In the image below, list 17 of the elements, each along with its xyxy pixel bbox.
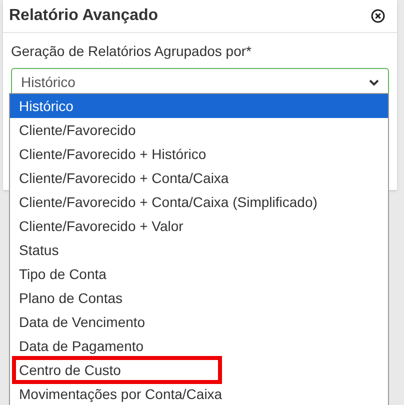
dropdown-option[interactable]: Tipo de Conta [10, 262, 388, 286]
dropdown-option[interactable]: Cliente/Favorecido + Conta/Caixa (Simplificado) [10, 190, 388, 214]
dropdown-option[interactable]: Centro de Custo [14, 358, 220, 382]
chevron-down-icon [369, 79, 379, 86]
dropdown-option[interactable]: Data de Pagamento [10, 334, 388, 358]
close-icon[interactable] [371, 9, 385, 23]
dropdown-option[interactable]: Plano de Contas [10, 286, 388, 310]
dropdown-option[interactable]: Cliente/Favorecido + Histórico [10, 142, 388, 166]
dropdown-option[interactable]: Movimentações por Conta/Caixa [10, 382, 388, 405]
modal-title: Relatório Avançado [9, 6, 158, 26]
dropdown-option[interactable]: Histórico [10, 94, 388, 118]
dropdown-option[interactable]: Data de Vencimento [10, 310, 388, 334]
dropdown-option[interactable]: Status [10, 238, 388, 262]
dropdown-option[interactable]: Cliente/Favorecido [10, 118, 388, 142]
dropdown-option[interactable]: Cliente/Favorecido + Conta/Caixa [10, 166, 388, 190]
dropdown-option[interactable]: Cliente/Favorecido + Valor [10, 214, 388, 238]
field-label: Geração de Relatórios Agrupados por* [11, 42, 252, 61]
